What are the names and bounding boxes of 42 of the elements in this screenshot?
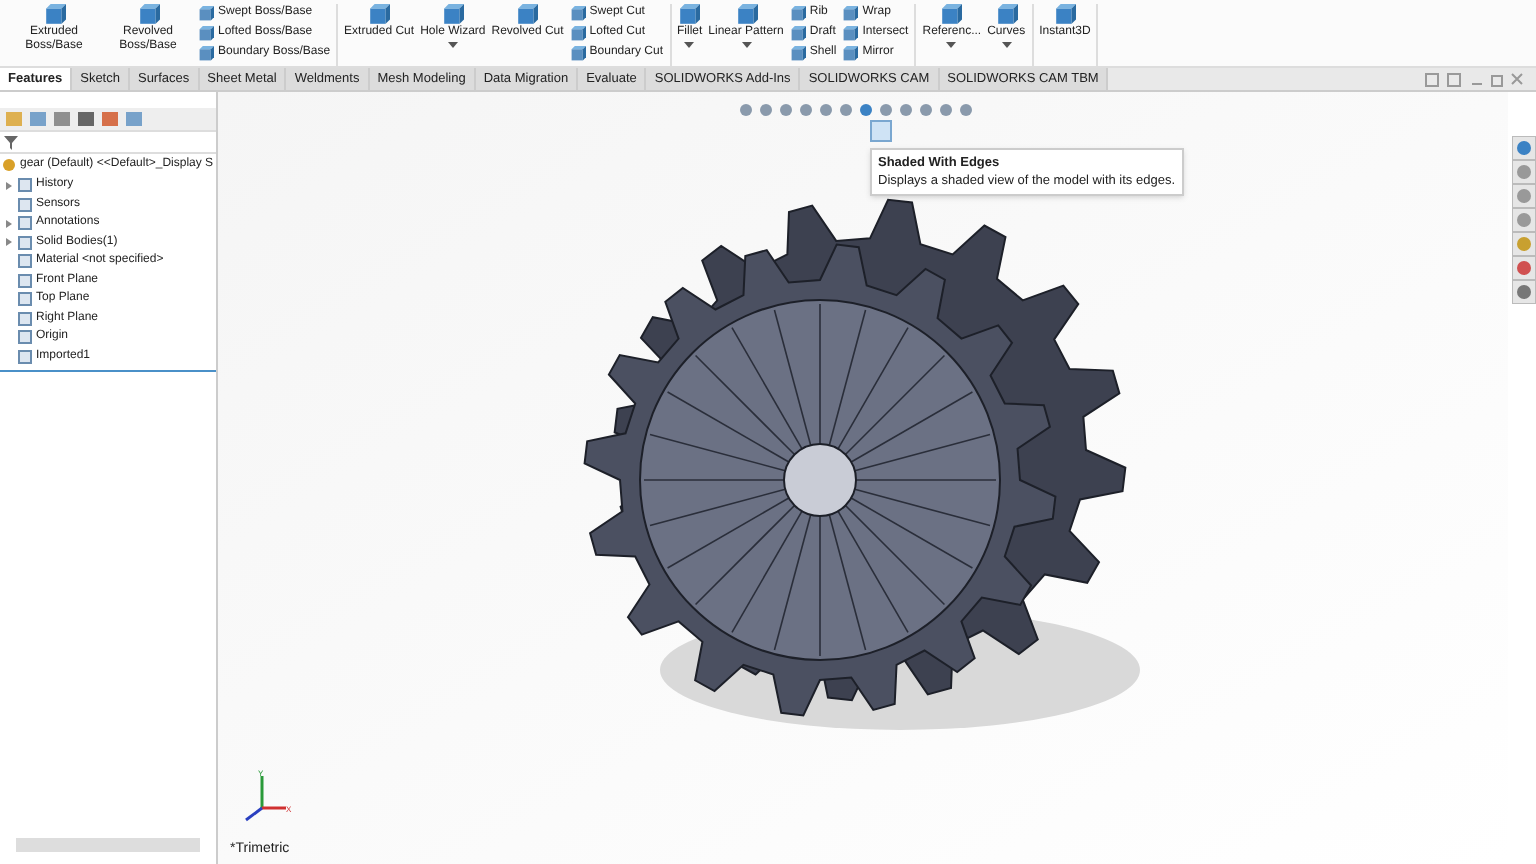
task-pane-icon[interactable] (1512, 184, 1536, 208)
tool-icon (1053, 4, 1076, 26)
task-pane-icon[interactable] (1512, 208, 1536, 232)
task-pane-icon[interactable] (1512, 256, 1536, 280)
caret-icon[interactable] (447, 42, 458, 48)
expand-arrow-icon[interactable] (6, 219, 12, 228)
tool-icon (441, 4, 464, 26)
tool-icon (995, 4, 1018, 26)
tool-icon (842, 5, 859, 21)
tool-icon (735, 4, 758, 26)
axis-triad-drawing (245, 776, 286, 822)
tool-icon (569, 5, 586, 21)
part-icon (2, 158, 16, 172)
tool-icon (678, 4, 701, 26)
shaded-with-edges-button[interactable] (870, 120, 892, 142)
task-pane-icon[interactable] (1512, 280, 1536, 304)
tool-icon (368, 4, 391, 26)
caret-icon[interactable] (741, 42, 752, 48)
caret-icon[interactable] (946, 42, 957, 48)
expand-arrow-icon[interactable] (6, 181, 12, 190)
tool-icon (569, 25, 586, 41)
tool-icon (789, 25, 806, 41)
tool-icon (940, 4, 963, 26)
window-controls-icon[interactable] (1424, 71, 1524, 87)
task-pane-icon[interactable] (1512, 160, 1536, 184)
tool-icon (198, 5, 214, 21)
expand-arrow-icon[interactable] (6, 238, 12, 247)
tool-icon (842, 25, 859, 41)
task-pane-icon[interactable] (1512, 232, 1536, 256)
tool-icon (789, 45, 806, 61)
tool-icon (198, 25, 214, 41)
tool-icon (137, 4, 159, 26)
tool-icon (516, 4, 539, 26)
caret-icon[interactable] (1001, 42, 1012, 48)
task-pane-icon[interactable] (1512, 136, 1536, 160)
tool-icon (569, 45, 586, 61)
tool-icon (198, 45, 214, 61)
caret-icon[interactable] (684, 42, 695, 48)
horizontal-scrollbar[interactable] (16, 838, 200, 852)
tool-icon (789, 5, 806, 21)
tool-icon (43, 4, 65, 26)
tool-icon (842, 45, 859, 61)
